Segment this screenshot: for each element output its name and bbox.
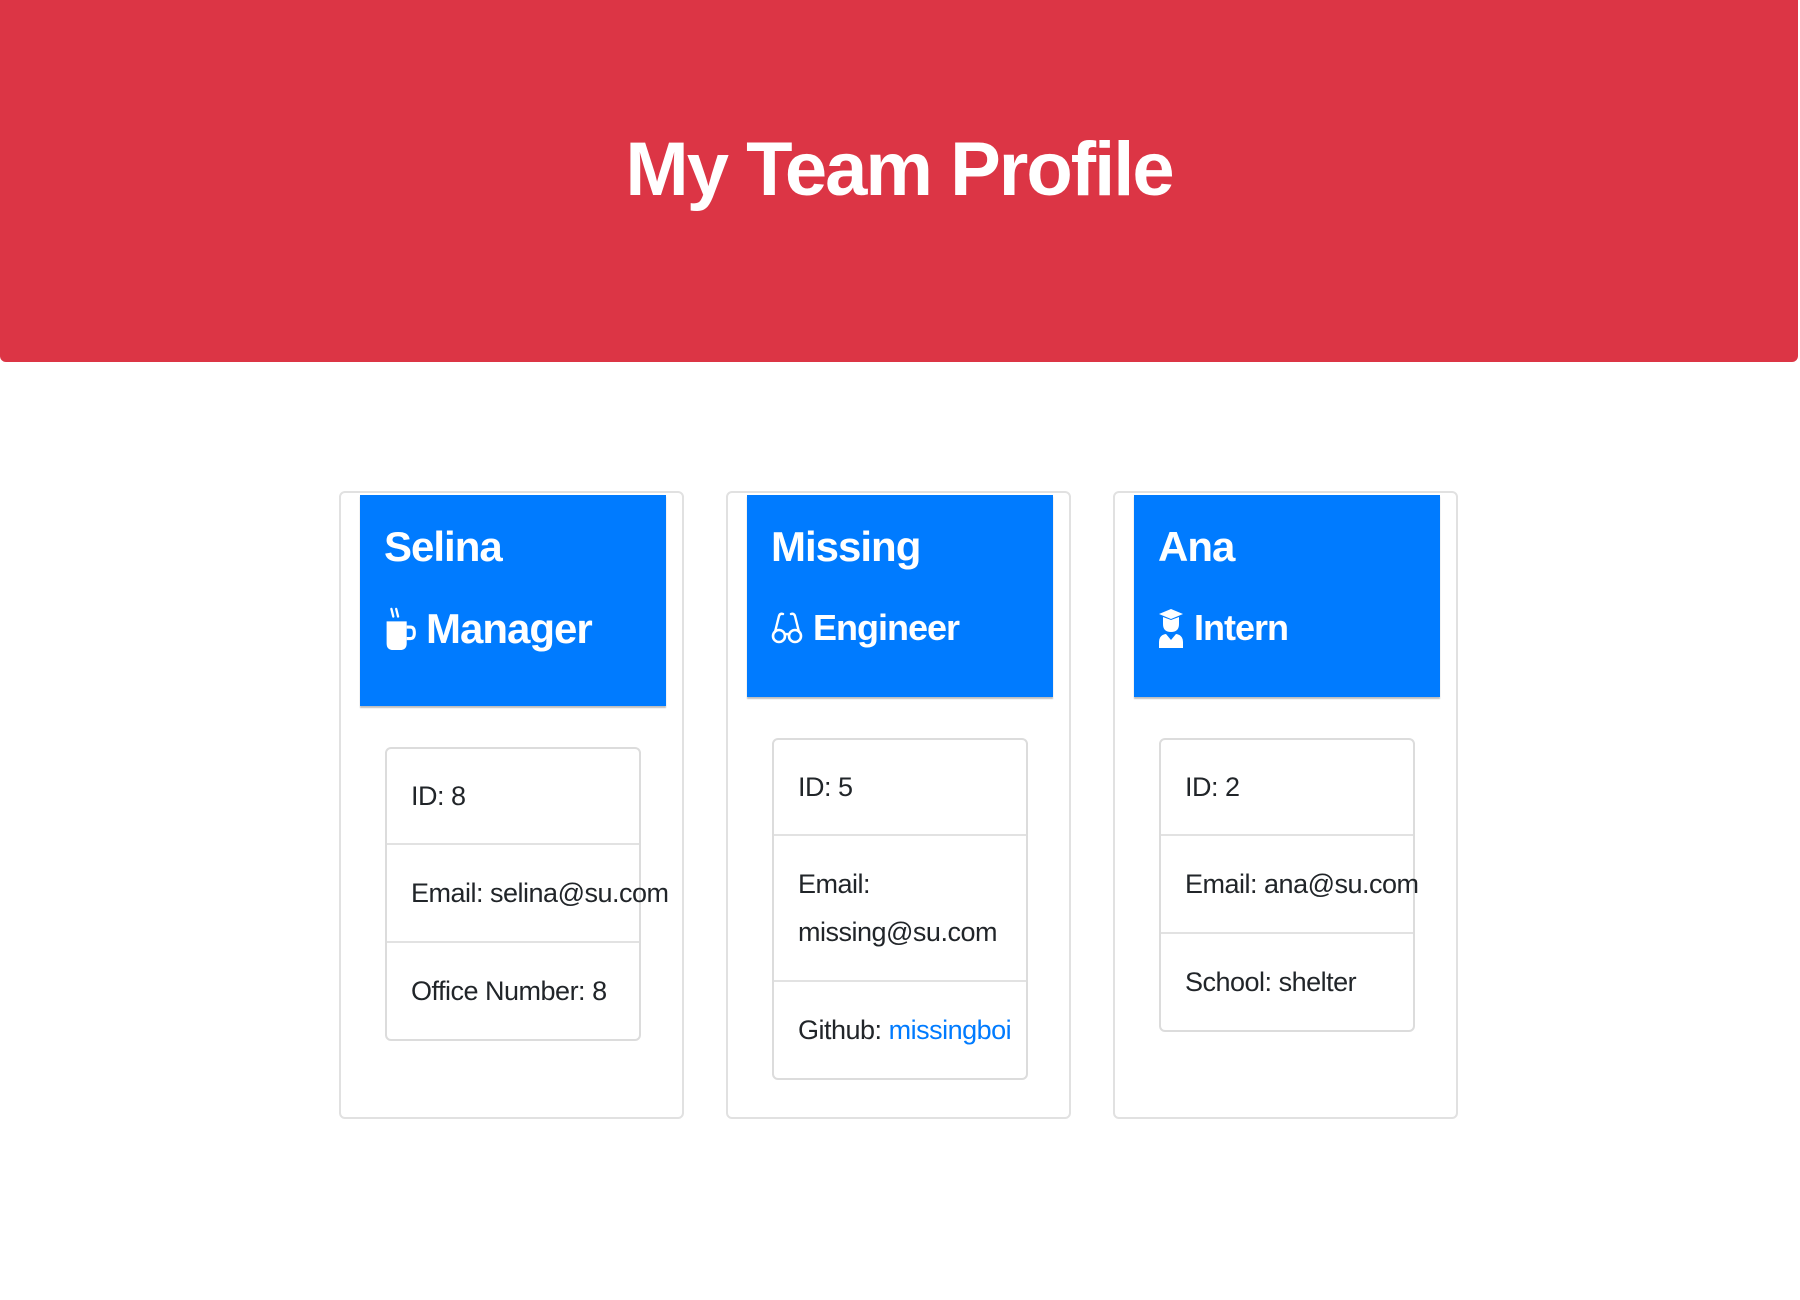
employee-card-intern: Ana Intern ID: 2 Email: ana@su.com Schoo…	[1113, 491, 1458, 1119]
graduate-icon	[1159, 609, 1183, 648]
card-header: Missing Engineer	[747, 495, 1053, 697]
github-row: Github: missingboi	[798, 1014, 1012, 1046]
card-header: Ana Intern	[1134, 495, 1440, 697]
employee-role: Intern	[1158, 607, 1289, 649]
employee-name: Missing	[771, 523, 921, 570]
team-cards: Selina Manager ID: 8 Email: selina@su.co…	[339, 491, 1459, 1121]
page-title: My Team Profile	[625, 126, 1174, 212]
employee-card-engineer: Missing Engineer ID: 5 Email: missing@su…	[726, 491, 1071, 1119]
employee-role: Engineer	[771, 607, 960, 649]
employee-role: Manager	[384, 605, 593, 653]
school-row: School: shelter	[1185, 966, 1357, 997]
details-list: ID: 2 Email: ana@su.com School: shelter	[1159, 738, 1419, 1032]
id-row: ID: 5	[774, 740, 1026, 836]
employee-card-manager: Selina Manager ID: 8 Email: selina@su.co…	[339, 491, 684, 1119]
github-link[interactable]: missingboi	[889, 1015, 1012, 1046]
coffee-mug-icon	[386, 607, 416, 651]
glasses-icon	[771, 612, 803, 644]
employee-name: Selina	[384, 523, 503, 570]
office-number-row: Office Number: 8	[411, 975, 607, 1006]
card-header: Selina Manager	[360, 495, 666, 706]
header-banner: My Team Profile	[0, 0, 1798, 362]
employee-name: Ana	[1158, 523, 1235, 570]
details-list: ID: 8 Email: selina@su.com Office Number…	[385, 747, 669, 1041]
email-row: Email: missing@su.com	[774, 836, 1026, 982]
id-row: ID: 2	[1161, 740, 1413, 836]
id-row: ID: 8	[387, 749, 639, 845]
email-row: Email: selina@su.com	[387, 845, 669, 943]
details-list: ID: 5 Email: missing@su.com Github: miss…	[772, 738, 1028, 1080]
email-row: Email: ana@su.com	[1161, 836, 1419, 934]
